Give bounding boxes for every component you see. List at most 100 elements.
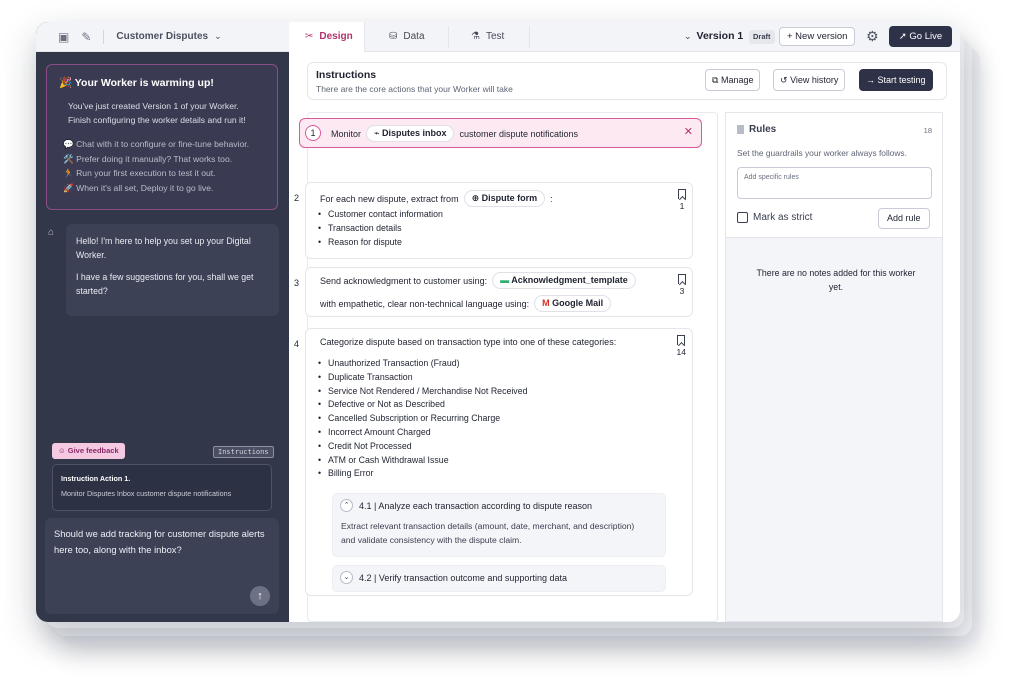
manage-button[interactable]: ⧉ Manage (705, 69, 761, 91)
rules-form: Rules 18 Set the guardrails your worker … (726, 113, 942, 238)
step-4[interactable]: 4 Categorize dispute based on transactio… (294, 328, 693, 596)
bookmark-counter[interactable]: 1 (678, 189, 686, 211)
project-selector[interactable]: Customer Disputes ⌄ (116, 31, 221, 42)
chip-label: Acknowledgment_template (511, 275, 628, 285)
step-3-line-2: with empathetic, clear non-technical lan… (320, 295, 612, 312)
chevron-down-icon: ⌄ (214, 31, 222, 41)
step-text: customer dispute notifications (459, 128, 579, 139)
view-history-button[interactable]: ↺ View history (773, 69, 846, 91)
action-card-title: Instruction Action 1. (61, 474, 131, 483)
substep-title: 4.2 | Verify transaction outcome and sup… (359, 572, 567, 583)
new-version-button[interactable]: + New version (779, 27, 856, 46)
design-icon: ✂ (305, 31, 314, 42)
design-main: Instructions There are the core actions … (289, 52, 960, 622)
go-live-button[interactable]: ➚ Go Live (889, 26, 952, 47)
instruction-action-card[interactable]: Instruction Action 1. Monitor Disputes I… (52, 464, 272, 511)
step-2[interactable]: 2 For each new dispute, extract from ⊕ D… (294, 182, 693, 259)
tab-design[interactable]: ✂ Design (289, 22, 365, 52)
empty-notes-text: There are no notes added for this worker… (756, 268, 916, 292)
list-item: Service Not Rendered / Merchandise Not R… (318, 385, 528, 399)
sidebar-toggle-icon[interactable]: ▣ (58, 31, 69, 43)
bookmark-counter[interactable]: 14 (677, 335, 686, 357)
chip-label: Dispute form (481, 193, 538, 203)
step-number: 4 (294, 339, 300, 349)
template-icon: ▬ (500, 275, 510, 285)
chip-label: Google Mail (552, 298, 604, 308)
draft-badge: Draft (749, 30, 775, 44)
assistant-message-text: I have a few suggestions for you, shall … (76, 272, 254, 296)
version-selector[interactable]: ⌄ Version 1 (684, 30, 743, 42)
list-item: Incorrect Amount Charged (318, 426, 528, 440)
warmup-body: You've just created Version 1 of your Wo… (68, 101, 239, 111)
warmup-tip: 🏃 Run your first execution to test it ou… (63, 168, 216, 178)
chevron-up-icon[interactable]: ⌃ (340, 499, 353, 512)
chat-composer[interactable]: Should we add tracking for customer disp… (45, 518, 279, 614)
substep-title: 4.1 | Analyze each transaction according… (359, 500, 592, 511)
step-text: with empathetic, clear non-technical lan… (320, 298, 530, 309)
step-text: : (550, 193, 553, 204)
checkbox-icon (737, 212, 748, 223)
edit-icon[interactable]: ✎ (81, 31, 91, 43)
list-item: Defective or Not as Described (318, 398, 528, 412)
go-live-label: Go Live (909, 31, 943, 42)
step-text: Send acknowledgment to customer using: (320, 275, 488, 286)
tab-test[interactable]: ⚗ Test (471, 22, 504, 52)
list-item: Customer contact information (318, 208, 443, 222)
manage-icon: ⧉ (712, 75, 719, 85)
rules-count: 18 (923, 126, 932, 135)
list-item: Billing Error (318, 467, 528, 481)
step-1[interactable]: 1 Monitor ⌁ Disputes inbox customer disp… (299, 118, 702, 148)
rules-title: Rules (737, 124, 776, 135)
substep-body: Extract relevant transaction details (am… (341, 521, 635, 545)
give-feedback-button[interactable]: ☺ Give feedback (52, 443, 125, 459)
composer-text: Should we add tracking for customer disp… (54, 528, 265, 555)
substep-4-1[interactable]: ⌃ 4.1 | Analyze each transaction accordi… (332, 493, 666, 557)
start-testing-button[interactable]: → Start testing (859, 69, 933, 91)
send-button[interactable]: ↑ (250, 586, 270, 606)
divider (529, 26, 530, 48)
rules-title-text: Rules (749, 124, 777, 135)
substep-header: ⌄ 4.2 | Verify transaction outcome and s… (340, 571, 567, 584)
acknowledgment-template-chip[interactable]: ▬ Acknowledgment_template (492, 272, 636, 289)
step-3-line-1: Send acknowledgment to customer using: ▬… (320, 272, 636, 289)
bookmark-icon (677, 335, 686, 345)
flask-icon: ⚗ (471, 31, 480, 42)
rocket-icon: ➚ (898, 31, 907, 42)
divider (103, 29, 105, 44)
instructions-header: Instructions There are the core actions … (307, 62, 947, 100)
close-icon[interactable]: ✕ (684, 125, 693, 138)
tab-label: Data (403, 31, 425, 42)
rules-panel: Rules 18 Set the guardrails your worker … (725, 112, 943, 622)
add-rule-button[interactable]: Add rule (878, 208, 930, 229)
chevron-down-icon[interactable]: ⌄ (340, 571, 353, 584)
dispute-form-chip[interactable]: ⊕ Dispute form (463, 190, 546, 207)
warmup-tip: 🚀 When it's all set, Deploy it to go liv… (63, 182, 214, 193)
bookmark-counter[interactable]: 3 (678, 274, 686, 296)
globe-icon: ⊕ (471, 193, 480, 203)
step-text: For each new dispute, extract from (320, 193, 459, 204)
warmup-tip: 🛠️ Prefer doing it manually? That works … (63, 153, 233, 164)
list-item: ATM or Cash Withdrawal Issue (318, 454, 528, 468)
warmup-title: 🎉 Your Worker is warming up! (59, 77, 214, 89)
bookmark-icon (678, 274, 686, 284)
project-name: Customer Disputes (116, 31, 209, 42)
substep-4-2[interactable]: ⌄ 4.2 | Verify transaction outcome and s… (332, 565, 666, 592)
disputes-inbox-chip[interactable]: ⌁ Disputes inbox (366, 125, 455, 142)
tab-data[interactable]: ⛁ Data (389, 22, 425, 52)
step-3[interactable]: 3 Send acknowledgment to customer using:… (294, 267, 693, 317)
list-item: Unauthorized Transaction (Fraud) (318, 357, 528, 371)
gear-icon[interactable]: ⚙ (866, 28, 879, 44)
action-card-desc: Monitor Disputes Inbox customer dispute … (61, 489, 232, 498)
rules-input[interactable]: Add specific rules (737, 167, 932, 199)
step-text: Categorize dispute based on transaction … (320, 337, 617, 347)
category-list: Unauthorized Transaction (Fraud) Duplica… (318, 357, 528, 481)
manage-label: Manage (720, 75, 754, 85)
warmup-body: Finish configuring the worker details an… (68, 115, 246, 125)
step-2-text: For each new dispute, extract from ⊕ Dis… (320, 190, 553, 207)
arrow-up-icon: ↑ (257, 590, 263, 602)
mark-as-strict-checkbox[interactable]: Mark as strict (737, 212, 812, 223)
google-mail-chip[interactable]: M Google Mail (534, 295, 612, 312)
step-4-text: Categorize dispute based on transaction … (320, 337, 616, 347)
list-item: Duplicate Transaction (318, 371, 528, 385)
step-number: 3 (294, 278, 300, 288)
